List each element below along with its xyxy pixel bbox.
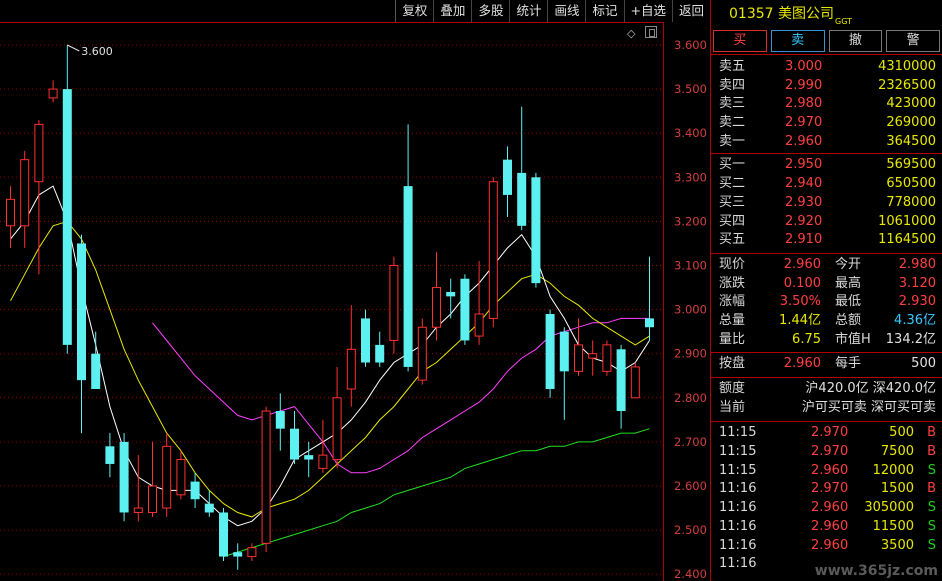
ask-row: 卖四 2.990 2326500 <box>719 77 936 93</box>
add-watchlist-button[interactable]: +自选 <box>623 0 672 22</box>
bid-row: 买五 2.910 1164500 <box>719 232 936 248</box>
trade-buttons: 买 卖 撤 警 <box>711 28 942 54</box>
bid-row: 买四 2.920 1061000 <box>719 213 936 229</box>
bid-row: 买三 2.930 778000 <box>719 194 936 210</box>
draw-line-button[interactable]: 画线 <box>547 0 585 22</box>
y-tick-label: 3.500 <box>674 82 707 96</box>
quota-row: 额度 沪420.0亿 深420.0亿 <box>719 381 936 396</box>
y-tick-label: 3.600 <box>674 38 707 52</box>
chart-frame <box>0 22 664 581</box>
buy-button[interactable]: 买 <box>713 30 767 52</box>
quote-row: 量比 6.75 市值H 134.2亿 <box>719 331 936 347</box>
y-tick-label: 3.100 <box>674 259 707 273</box>
quota-info: 额度 沪420.0亿 深420.0亿 当前 沪可买可卖 深可买可卖 <box>711 378 942 417</box>
lot-info: 按盘 2.960 每手 500 <box>711 353 942 374</box>
stock-tag: GGT <box>835 17 852 26</box>
y-tick-label: 3.000 <box>674 303 707 317</box>
kline-chart-area[interactable]: 3.600 3.500 3.400 3.300 3.200 3.100 3.000 2.900… <box>0 0 710 581</box>
y-tick-label: 3.300 <box>674 170 707 184</box>
watermark: www.365jz.com <box>814 563 938 579</box>
y-tick-label: 2.400 <box>674 567 707 581</box>
multi-stock-button[interactable]: 多股 <box>471 0 509 22</box>
tick-row: 11:16 2.960 305000 S <box>719 500 936 516</box>
overlay-button[interactable]: 叠加 <box>433 0 471 22</box>
y-tick-label: 3.400 <box>674 126 707 140</box>
tick-row: 11:15 2.960 12000 S <box>719 462 936 478</box>
adjust-button[interactable]: 复权 <box>395 0 433 22</box>
y-tick-label: 2.500 <box>674 523 707 537</box>
lot-row: 按盘 2.960 每手 500 <box>719 356 936 372</box>
quote-stats: 现价 2.960 今开 2.980 涨跌 0.100 最高 3.120 涨幅 3.50% 最低 2… <box>711 254 942 349</box>
quote-panel: 01357 美图公司GGT 买 卖 撤 警 卖五 3.000 4310000 卖四 2… <box>710 0 942 581</box>
stock-header: 01357 美图公司GGT <box>711 0 942 28</box>
statistics-button[interactable]: 统计 <box>509 0 547 22</box>
quote-row: 涨幅 3.50% 最低 2.930 <box>719 294 936 310</box>
order-book: 卖五 3.000 4310000 卖四 2.990 2326500 卖三 2.980 423… <box>711 55 942 250</box>
tick-row: 11:16 2.960 3500 S <box>719 537 936 553</box>
y-tick-label: 2.700 <box>674 435 707 449</box>
quote-row: 涨跌 0.100 最高 3.120 <box>719 275 936 291</box>
diamond-icon[interactable]: ◇ <box>627 27 635 40</box>
y-tick-label: 2.600 <box>674 479 707 493</box>
back-button[interactable]: 返回 <box>671 0 710 22</box>
tick-row: 11:16 2.960 11500 S <box>719 518 936 534</box>
asks: 卖五 3.000 4310000 卖四 2.990 2326500 卖三 2.980 423… <box>711 58 942 151</box>
y-tick-label: 3.200 <box>674 214 707 228</box>
ask-row: 卖三 2.980 423000 <box>719 96 936 112</box>
cancel-order-button[interactable]: 撤 <box>828 30 883 52</box>
stock-code: 01357 <box>729 6 774 22</box>
y-tick-label: 2.900 <box>674 347 707 361</box>
tick-row: 11:15 2.970 7500 B <box>719 444 936 460</box>
tick-row: 11:15 2.970 500 B <box>719 425 936 441</box>
quote-row: 现价 2.960 今开 2.980 <box>719 256 936 272</box>
chart-toolbar: 复权 叠加 多股 统计 画线 标记 +自选 返回 <box>395 0 710 22</box>
bid-row: 买二 2.940 650500 <box>719 176 936 192</box>
alert-button[interactable]: 警 <box>886 30 940 52</box>
bid-row: 买一 2.950 569500 <box>719 157 936 173</box>
scroll-toggle-icon[interactable] <box>645 26 657 38</box>
stock-name: 美图公司 <box>778 6 834 22</box>
tick-row: 11:16 2.970 1500 B <box>719 481 936 497</box>
sell-button[interactable]: 卖 <box>770 30 825 52</box>
quota-row: 当前 沪可买可卖 深可买可卖 <box>719 399 936 415</box>
mark-button[interactable]: 标记 <box>585 0 623 22</box>
bids: 买一 2.950 569500 买二 2.940 650500 买三 2.930 77800… <box>711 156 942 249</box>
ask-row: 卖二 2.970 269000 <box>719 115 936 131</box>
quote-row: 总量 1.44亿 总额 4.36亿 <box>719 312 936 328</box>
ask-row: 卖五 3.000 4310000 <box>719 59 936 74</box>
ask-row: 卖一 2.960 364500 <box>719 133 936 149</box>
y-tick-label: 2.800 <box>674 391 707 405</box>
tick-list[interactable]: 11:15 2.970 500 B 11:15 2.970 7500 B 11:15 2.96… <box>711 422 942 574</box>
